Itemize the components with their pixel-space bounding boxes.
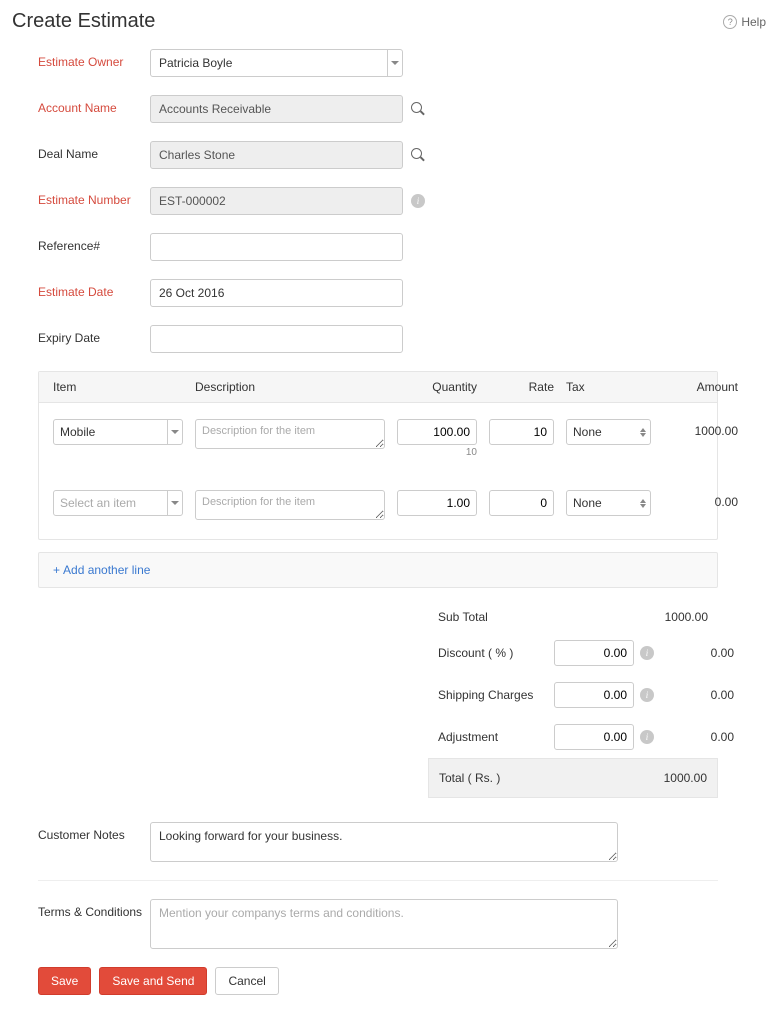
stepper-icon xyxy=(640,499,646,508)
line-amount: 0.00 xyxy=(663,490,738,509)
estimate-date-input[interactable] xyxy=(150,279,403,307)
subtotal-label: Sub Total xyxy=(438,610,548,624)
help-icon: ? xyxy=(723,15,737,29)
adjustment-input[interactable] xyxy=(554,724,634,750)
adjustment-label: Adjustment xyxy=(438,730,548,744)
tax-select[interactable]: None xyxy=(566,490,651,516)
item-select[interactable]: Select an item xyxy=(53,490,183,516)
col-tax: Tax xyxy=(566,380,651,394)
adjustment-value: 0.00 xyxy=(664,730,734,744)
discount-value: 0.00 xyxy=(664,646,734,660)
totals-panel: Sub Total 1000.00 Discount ( % ) i 0.00 … xyxy=(38,602,718,798)
plus-icon: + xyxy=(53,563,60,577)
item-select-placeholder: Select an item xyxy=(60,496,136,510)
line-amount: 1000.00 xyxy=(663,419,738,438)
item-select-value: Mobile xyxy=(60,425,95,439)
line-item-row: Mobile 10 None xyxy=(39,403,717,474)
deal-name-value: Charles Stone xyxy=(159,148,235,162)
customer-notes-input[interactable] xyxy=(150,822,618,862)
page-title: Create Estimate xyxy=(12,10,155,33)
item-select[interactable]: Mobile xyxy=(53,419,183,445)
reference-input[interactable] xyxy=(150,233,403,261)
label-deal-name: Deal Name xyxy=(38,141,150,161)
total-label: Total ( Rs. ) xyxy=(439,771,549,785)
label-estimate-owner: Estimate Owner xyxy=(38,49,150,69)
label-expiry-date: Expiry Date xyxy=(38,325,150,345)
col-rate: Rate xyxy=(489,380,554,394)
label-account-name: Account Name xyxy=(38,95,150,115)
expiry-date-input[interactable] xyxy=(150,325,403,353)
add-another-line-link[interactable]: +Add another line xyxy=(53,563,150,577)
line-items-table: Item Description Quantity Rate Tax Amoun… xyxy=(38,371,718,540)
line-item-row: Select an item None xyxy=(39,474,717,539)
label-customer-notes: Customer Notes xyxy=(38,822,150,842)
col-item: Item xyxy=(53,380,183,394)
shipping-value: 0.00 xyxy=(664,688,734,702)
add-another-line-label: Add another line xyxy=(63,563,150,577)
info-icon[interactable]: i xyxy=(640,730,654,744)
tax-select-value: None xyxy=(573,425,602,439)
item-description-input[interactable] xyxy=(195,490,385,520)
rate-input[interactable] xyxy=(489,419,554,445)
label-estimate-date: Estimate Date xyxy=(38,279,150,299)
estimate-owner-select[interactable]: Patricia Boyle xyxy=(150,49,403,77)
stepper-icon xyxy=(640,428,646,437)
add-line-bar: +Add another line xyxy=(38,552,718,588)
info-icon[interactable]: i xyxy=(411,194,425,208)
label-estimate-number: Estimate Number xyxy=(38,187,150,207)
item-description-input[interactable] xyxy=(195,419,385,449)
info-icon[interactable]: i xyxy=(640,688,654,702)
shipping-label: Shipping Charges xyxy=(438,688,548,702)
account-name-field[interactable]: Accounts Receivable xyxy=(150,95,403,123)
chevron-down-icon xyxy=(171,430,179,434)
col-description: Description xyxy=(195,380,385,394)
subtotal-value: 1000.00 xyxy=(638,610,708,624)
chevron-down-icon xyxy=(391,61,399,65)
quantity-input[interactable] xyxy=(397,490,477,516)
tax-select[interactable]: None xyxy=(566,419,651,445)
save-and-send-button[interactable]: Save and Send xyxy=(99,967,207,995)
search-icon[interactable] xyxy=(411,102,425,116)
cancel-button[interactable]: Cancel xyxy=(215,967,278,995)
terms-input[interactable] xyxy=(150,899,618,949)
help-label: Help xyxy=(741,15,766,29)
quantity-input[interactable] xyxy=(397,419,477,445)
tax-select-value: None xyxy=(573,496,602,510)
shipping-input[interactable] xyxy=(554,682,634,708)
estimate-number-field[interactable]: EST-000002 xyxy=(150,187,403,215)
deal-name-field[interactable]: Charles Stone xyxy=(150,141,403,169)
line-items-header: Item Description Quantity Rate Tax Amoun… xyxy=(39,372,717,403)
discount-label: Discount ( % ) xyxy=(438,646,548,660)
total-value: 1000.00 xyxy=(637,771,707,785)
estimate-number-value: EST-000002 xyxy=(159,194,226,208)
estimate-owner-value: Patricia Boyle xyxy=(159,56,232,70)
account-name-value: Accounts Receivable xyxy=(159,102,271,116)
discount-input[interactable] xyxy=(554,640,634,666)
rate-input[interactable] xyxy=(489,490,554,516)
col-quantity: Quantity xyxy=(397,380,477,394)
label-terms: Terms & Conditions xyxy=(38,899,150,919)
chevron-down-icon xyxy=(171,501,179,505)
help-link[interactable]: ? Help xyxy=(723,15,766,29)
section-divider xyxy=(38,880,718,881)
info-icon[interactable]: i xyxy=(640,646,654,660)
search-icon[interactable] xyxy=(411,148,425,162)
quantity-subtext: 10 xyxy=(397,447,477,458)
col-amount: Amount xyxy=(663,380,738,394)
save-button[interactable]: Save xyxy=(38,967,91,995)
label-reference: Reference# xyxy=(38,233,150,253)
